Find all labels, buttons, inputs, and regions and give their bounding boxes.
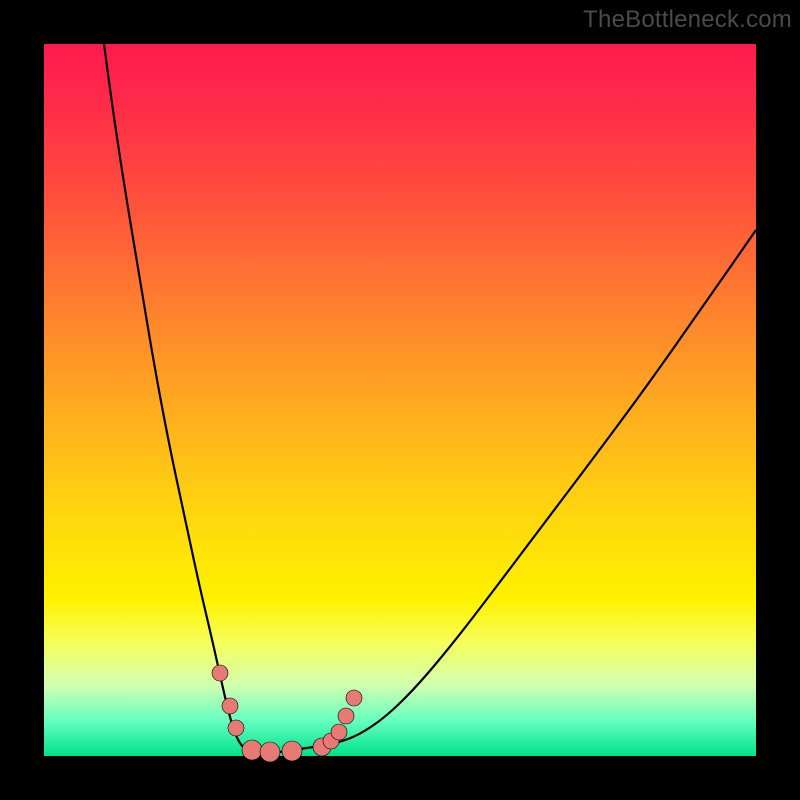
curve-svg: [44, 44, 756, 756]
marker-group: [212, 665, 362, 762]
series-curve: [104, 44, 756, 754]
data-marker: [222, 698, 238, 714]
data-marker: [338, 708, 354, 724]
data-marker: [212, 665, 228, 681]
data-marker: [282, 741, 302, 761]
data-marker: [242, 740, 262, 760]
data-marker: [346, 690, 362, 706]
data-marker: [331, 724, 347, 740]
data-marker: [228, 720, 244, 736]
chart-frame: TheBottleneck.com: [0, 0, 800, 800]
plot-area: [44, 44, 756, 756]
data-marker: [260, 742, 280, 762]
watermark-text: TheBottleneck.com: [583, 6, 792, 34]
